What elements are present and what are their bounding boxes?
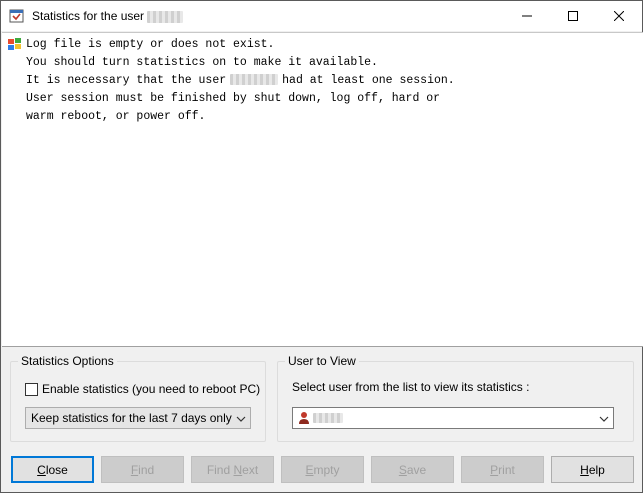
print-button-mnemonic: P: [490, 462, 499, 477]
title-bar[interactable]: Statistics for the user: [1, 1, 642, 31]
save-button-rest: ave: [406, 462, 427, 477]
window-title-container: Statistics for the user: [32, 9, 184, 23]
statistics-window: Statistics for the user Log file is empt…: [0, 0, 643, 493]
maximize-icon[interactable]: [550, 1, 596, 31]
minimize-icon[interactable]: [504, 1, 550, 31]
help-button[interactable]: Help: [551, 456, 634, 483]
log-text-area[interactable]: Log file is empty or does not exist. You…: [2, 32, 643, 347]
find-button[interactable]: Find: [101, 456, 184, 483]
help-button-rest: elp: [588, 462, 605, 477]
empty-button-rest: mpty: [313, 462, 340, 477]
log-line-2: You should turn statistics on to make it…: [26, 56, 378, 69]
keep-statistics-value: Keep statistics for the last 7 days only: [31, 411, 232, 425]
find-next-button-rest: ext: [242, 462, 259, 477]
statistics-options-legend: Statistics Options: [18, 354, 117, 368]
statistics-options-group: Statistics Options Enable statistics (yo…: [10, 354, 266, 442]
log-line-5: warm reboot, or power off.: [26, 110, 206, 123]
redacted-username: [147, 10, 184, 23]
app-icon: [9, 8, 25, 24]
save-button-mnemonic: S: [398, 462, 407, 477]
chevron-down-icon: [599, 413, 609, 423]
print-button-rest: rint: [498, 462, 515, 477]
find-next-button-prefix: Find: [206, 462, 234, 477]
user-icon: [298, 411, 310, 425]
close-button[interactable]: Close: [11, 456, 94, 483]
log-line-3-start: It is necessary that the user: [26, 74, 227, 87]
select-user-prompt: Select user from the list to view its st…: [292, 380, 530, 394]
find-next-button[interactable]: Find Next: [191, 456, 274, 483]
user-to-view-group: User to View Select user from the list t…: [277, 354, 634, 442]
log-line-3: It is necessary that the user had at leas…: [26, 74, 455, 87]
redacted-username: [313, 413, 343, 423]
print-button[interactable]: Print: [461, 456, 544, 483]
user-to-view-legend: User to View: [285, 354, 359, 368]
close-icon[interactable]: [596, 1, 642, 31]
log-line-1: Log file is empty or does not exist.: [26, 38, 275, 51]
log-line-4: User session must be finished by shut do…: [26, 92, 441, 105]
log-line-3-end: had at least one session.: [282, 74, 455, 87]
save-button[interactable]: Save: [371, 456, 454, 483]
user-select-dropdown[interactable]: [292, 407, 614, 429]
empty-button-mnemonic: E: [305, 462, 314, 477]
redacted-username: [230, 74, 279, 86]
close-button-mnemonic: C: [37, 462, 46, 477]
find-button-mnemonic: F: [130, 462, 139, 477]
close-button-rest: lose: [45, 462, 68, 477]
window-title: Statistics for the user: [32, 9, 145, 23]
enable-statistics-checkbox[interactable]: [25, 382, 38, 396]
help-button-mnemonic: H: [580, 462, 589, 477]
empty-button[interactable]: Empty: [281, 456, 364, 483]
find-next-button-mnemonic: N: [233, 462, 243, 477]
chevron-down-icon: [236, 413, 246, 423]
enable-statistics-label[interactable]: Enable statistics (you need to reboot PC…: [42, 382, 260, 396]
windows-log-icon: [7, 37, 25, 51]
keep-statistics-dropdown[interactable]: Keep statistics for the last 7 days only: [25, 407, 251, 429]
find-button-rest: ind: [138, 462, 155, 477]
enable-statistics-checkbox-row[interactable]: Enable statistics (you need to reboot PC…: [25, 382, 260, 396]
